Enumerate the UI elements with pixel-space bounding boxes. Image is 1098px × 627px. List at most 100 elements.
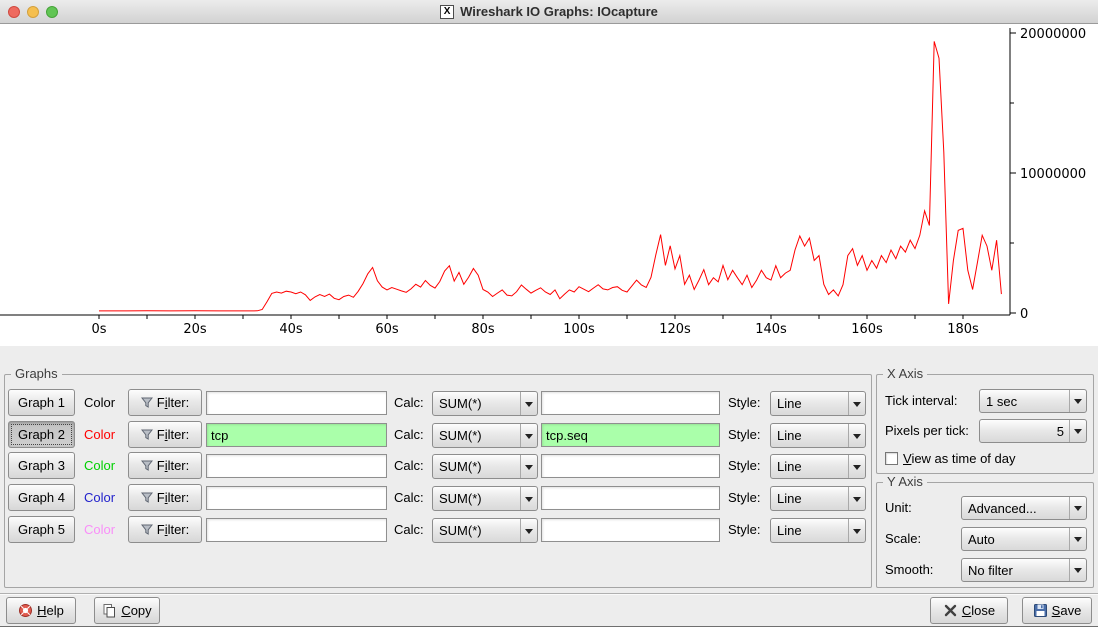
graph-select-button[interactable]: Graph 3 [8, 452, 75, 479]
y-axis-frame: Y Axis Unit: Advanced... Scale: Auto Smo… [876, 482, 1094, 588]
chevron-down-icon [520, 487, 537, 510]
color-label: Color [84, 421, 126, 448]
close-button[interactable]: Close [930, 597, 1008, 624]
copy-button[interactable]: Copy [94, 597, 160, 624]
color-label: Color [84, 516, 126, 543]
style-label: Style: [728, 516, 761, 543]
save-icon [1033, 603, 1048, 618]
tick-interval-select[interactable]: 1 sec [979, 389, 1087, 413]
filter-button[interactable]: Filter: [128, 452, 202, 479]
smooth-select[interactable]: No filter [961, 558, 1087, 582]
io-graph-chart[interactable]: 010000000200000000s20s40s60s80s100s120s1… [0, 24, 1098, 346]
color-label: Color [84, 452, 126, 479]
calc-label: Calc: [394, 389, 424, 416]
style-select[interactable]: Line [770, 423, 866, 448]
style-select[interactable]: Line [770, 518, 866, 543]
field-input[interactable] [541, 518, 720, 542]
chevron-down-icon [848, 487, 865, 510]
filter-input[interactable] [206, 486, 387, 510]
graph-row: Graph 3 Color Filter: Calc: SUM(*) Style… [0, 452, 872, 480]
filter-icon [141, 429, 153, 441]
calc-select[interactable]: SUM(*) [432, 518, 538, 543]
chevron-down-icon [848, 424, 865, 447]
calc-select[interactable]: SUM(*) [432, 454, 538, 479]
close-window-button[interactable] [8, 6, 20, 18]
graph-row: Graph 2 Color Filter: Calc: SUM(*) Style… [0, 421, 872, 449]
svg-text:60s: 60s [375, 322, 399, 337]
help-button[interactable]: Help [6, 597, 76, 624]
chevron-down-icon [1069, 420, 1086, 442]
footer-bar: Help Copy Close Save [0, 593, 1098, 627]
calc-label: Calc: [394, 516, 424, 543]
calc-label: Calc: [394, 484, 424, 511]
graph-row: Graph 1 Color Filter: Calc: SUM(*) Style… [0, 389, 872, 417]
svg-text:0: 0 [1020, 307, 1028, 322]
graph-select-button[interactable]: Graph 4 [8, 484, 75, 511]
view-as-time-checkbox[interactable] [885, 452, 898, 465]
zoom-window-button[interactable] [46, 6, 58, 18]
style-label: Style: [728, 484, 761, 511]
svg-text:80s: 80s [471, 322, 495, 337]
controls-panel: Graphs Graph 1 Color Filter: Calc: SUM(*… [0, 346, 1098, 593]
graph-select-button[interactable]: Graph 5 [8, 516, 75, 543]
title-group: X Wireshark IO Graphs: IOcapture [440, 4, 658, 19]
chevron-down-icon [1069, 559, 1086, 581]
io-graph-plot-area[interactable]: 010000000200000000s20s40s60s80s100s120s1… [0, 24, 1098, 346]
svg-text:120s: 120s [659, 322, 691, 337]
chevron-down-icon [848, 455, 865, 478]
field-input[interactable] [541, 486, 720, 510]
filter-icon [141, 460, 153, 472]
graph-select-button[interactable]: Graph 1 [8, 389, 75, 416]
chevron-down-icon [520, 519, 537, 542]
filter-button[interactable]: Filter: [128, 516, 202, 543]
chevron-down-icon [520, 392, 537, 415]
filter-icon [141, 397, 153, 409]
x-axis-frame: X Axis Tick interval: 1 sec Pixels per t… [876, 374, 1094, 474]
style-select[interactable]: Line [770, 486, 866, 511]
filter-button[interactable]: Filter: [128, 389, 202, 416]
scale-label: Scale: [885, 527, 921, 551]
unit-label: Unit: [885, 496, 912, 520]
titlebar[interactable]: X Wireshark IO Graphs: IOcapture [0, 0, 1098, 24]
calc-select[interactable]: SUM(*) [432, 423, 538, 448]
chevron-down-icon [848, 519, 865, 542]
field-input[interactable] [541, 391, 720, 415]
window-title: Wireshark IO Graphs: IOcapture [460, 4, 658, 19]
chevron-down-icon [520, 424, 537, 447]
field-input[interactable] [541, 423, 720, 447]
filter-input[interactable] [206, 423, 387, 447]
svg-text:140s: 140s [755, 322, 787, 337]
unit-select[interactable]: Advanced... [961, 496, 1087, 520]
filter-button[interactable]: Filter: [128, 484, 202, 511]
close-icon [943, 603, 958, 618]
style-select[interactable]: Line [770, 391, 866, 416]
x-axis-frame-legend: X Axis [883, 366, 927, 381]
calc-select[interactable]: SUM(*) [432, 391, 538, 416]
field-input[interactable] [541, 454, 720, 478]
save-button[interactable]: Save [1022, 597, 1092, 624]
tick-interval-label: Tick interval: [885, 389, 957, 413]
filter-input[interactable] [206, 518, 387, 542]
svg-text:40s: 40s [279, 322, 303, 337]
graph-select-button[interactable]: Graph 2 [8, 421, 75, 448]
filter-input[interactable] [206, 391, 387, 415]
svg-text:100s: 100s [563, 322, 595, 337]
chevron-down-icon [1069, 497, 1086, 519]
calc-label: Calc: [394, 421, 424, 448]
pixels-per-tick-select[interactable]: 5 [979, 419, 1087, 443]
filter-input[interactable] [206, 454, 387, 478]
chevron-down-icon [1069, 528, 1086, 550]
graphs-frame-legend: Graphs [11, 366, 62, 381]
filter-button[interactable]: Filter: [128, 421, 202, 448]
pixels-per-tick-label: Pixels per tick: [885, 419, 969, 443]
chevron-down-icon [848, 392, 865, 415]
color-label: Color [84, 484, 126, 511]
calc-select[interactable]: SUM(*) [432, 486, 538, 511]
view-as-time-label: View as time of day [903, 450, 1015, 467]
calc-label: Calc: [394, 452, 424, 479]
svg-text:20000000: 20000000 [1020, 27, 1086, 42]
scale-select[interactable]: Auto [961, 527, 1087, 551]
minimize-window-button[interactable] [27, 6, 39, 18]
style-label: Style: [728, 421, 761, 448]
style-select[interactable]: Line [770, 454, 866, 479]
